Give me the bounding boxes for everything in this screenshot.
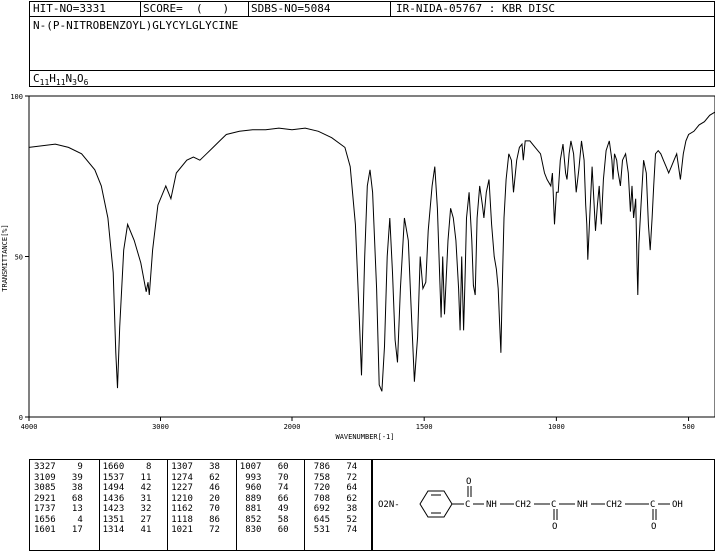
carboxyl-oxygen: O: [651, 522, 656, 532]
peak-row: 1494 42: [102, 483, 152, 493]
peak-row: 2921 68: [34, 493, 83, 504]
peak-row: 645 52: [308, 514, 358, 525]
amide-nh-2: NH: [577, 500, 588, 510]
peak-column: 1007 60 993 70 960 74 889 66 881 49 852 …: [240, 462, 289, 536]
x-axis-label: WAVENUMBER[-1]: [335, 433, 394, 441]
peak-row: 708 62: [308, 493, 358, 504]
carbonyl-oxygen-1: O: [466, 477, 471, 487]
peak-row: 758 72: [308, 472, 358, 483]
peak-row: 692 38: [308, 504, 358, 514]
peak-column-divider: [98, 460, 100, 550]
peak-row: 531 74: [308, 525, 358, 535]
peak-column: 3327 9 3109 39 3085 38 2921 68 1737 13 1656 4…: [34, 462, 83, 536]
peak-column: 786 74 758 72 720 64 708 62 692 38 645 5…: [308, 462, 357, 536]
carbonyl-c2: C: [551, 500, 556, 510]
x-tick-label: 3000: [152, 423, 169, 431]
peak-row: 3327 9: [34, 462, 83, 472]
peak-row: 830 60: [239, 525, 289, 535]
spectrum-line: [28, 111, 715, 392]
y-axis-label: TRANSMITTANCE[%]: [1, 224, 9, 291]
peak-column: 1660 8 1537 11 1494 42 1436 31 1423 32 1351 2…: [103, 462, 152, 536]
peak-row: 1118 86: [171, 514, 220, 525]
chemical-structure: O2N- C O NH CH2 C O NH CH2 C O OH: [378, 477, 683, 532]
peak-row: 1021 72: [171, 525, 220, 535]
peak-row: 1601 17: [34, 525, 83, 535]
peak-row: 1351 27: [102, 514, 152, 525]
peak-row: 3109 39: [34, 472, 83, 483]
peak-row: 889 66: [239, 493, 289, 504]
x-tick-label: 500: [682, 423, 695, 431]
peak-column-divider: [304, 460, 306, 550]
peak-row: 1307 38: [171, 462, 220, 472]
plot-frame: [28, 95, 715, 418]
peak-row: 1162 70: [171, 504, 220, 514]
peak-table: 3327 9 3109 39 3085 38 2921 68 1737 13 1656 4…: [29, 459, 372, 551]
peak-row: 1210 20: [171, 493, 220, 504]
peak-row: 1656 4: [34, 514, 83, 525]
peak-row: 1660 8: [102, 462, 152, 472]
peak-row: 720 64: [308, 483, 358, 493]
y-tick-label: 0: [19, 414, 23, 422]
carbonyl-oxygen-2: O: [552, 522, 557, 532]
x-tick-label: 4000: [21, 423, 38, 431]
x-tick-label: 1500: [416, 423, 433, 431]
amide-nh-1: NH: [486, 500, 497, 510]
peak-row: 993 70: [239, 472, 289, 483]
peak-column-divider: [235, 460, 237, 550]
ir-spectrum-chart: 4000 3000 2000 1500 1000 500 0 50 100 WAVENUMBE…: [1, 93, 715, 441]
peak-row: 1423 32: [102, 504, 152, 514]
peak-row: 1007 60: [239, 462, 289, 472]
peak-row: 1737 13: [34, 504, 83, 514]
peak-row: 1537 11: [102, 472, 152, 483]
carboxyl-c: C: [650, 500, 655, 510]
methylene-1: CH2: [515, 500, 531, 510]
peak-row: 881 49: [239, 504, 289, 514]
carbonyl-c1: C: [465, 500, 470, 510]
x-tick-label: 1000: [548, 423, 565, 431]
methylene-2: CH2: [606, 500, 622, 510]
peak-row: 1314 41: [102, 525, 152, 535]
peak-row: 1274 62: [171, 472, 220, 483]
y-tick-label: 50: [15, 254, 23, 262]
peak-column-divider: [167, 460, 169, 550]
x-tick-label: 2000: [284, 423, 301, 431]
y-tick-label: 100: [10, 93, 23, 101]
peak-row: 960 74: [239, 483, 289, 493]
peak-row: 3085 38: [34, 483, 83, 493]
peak-row: 1227 46: [171, 483, 220, 493]
peak-row: 852 58: [239, 514, 289, 525]
nitro-group-label: O2N-: [378, 500, 400, 510]
hydroxyl: OH: [672, 500, 683, 510]
peak-column: 1307 38 1274 62 1227 46 1210 20 1162 70 1118 …: [171, 462, 220, 536]
peak-row: 1436 31: [102, 493, 152, 504]
peak-row: 786 74: [308, 462, 358, 472]
